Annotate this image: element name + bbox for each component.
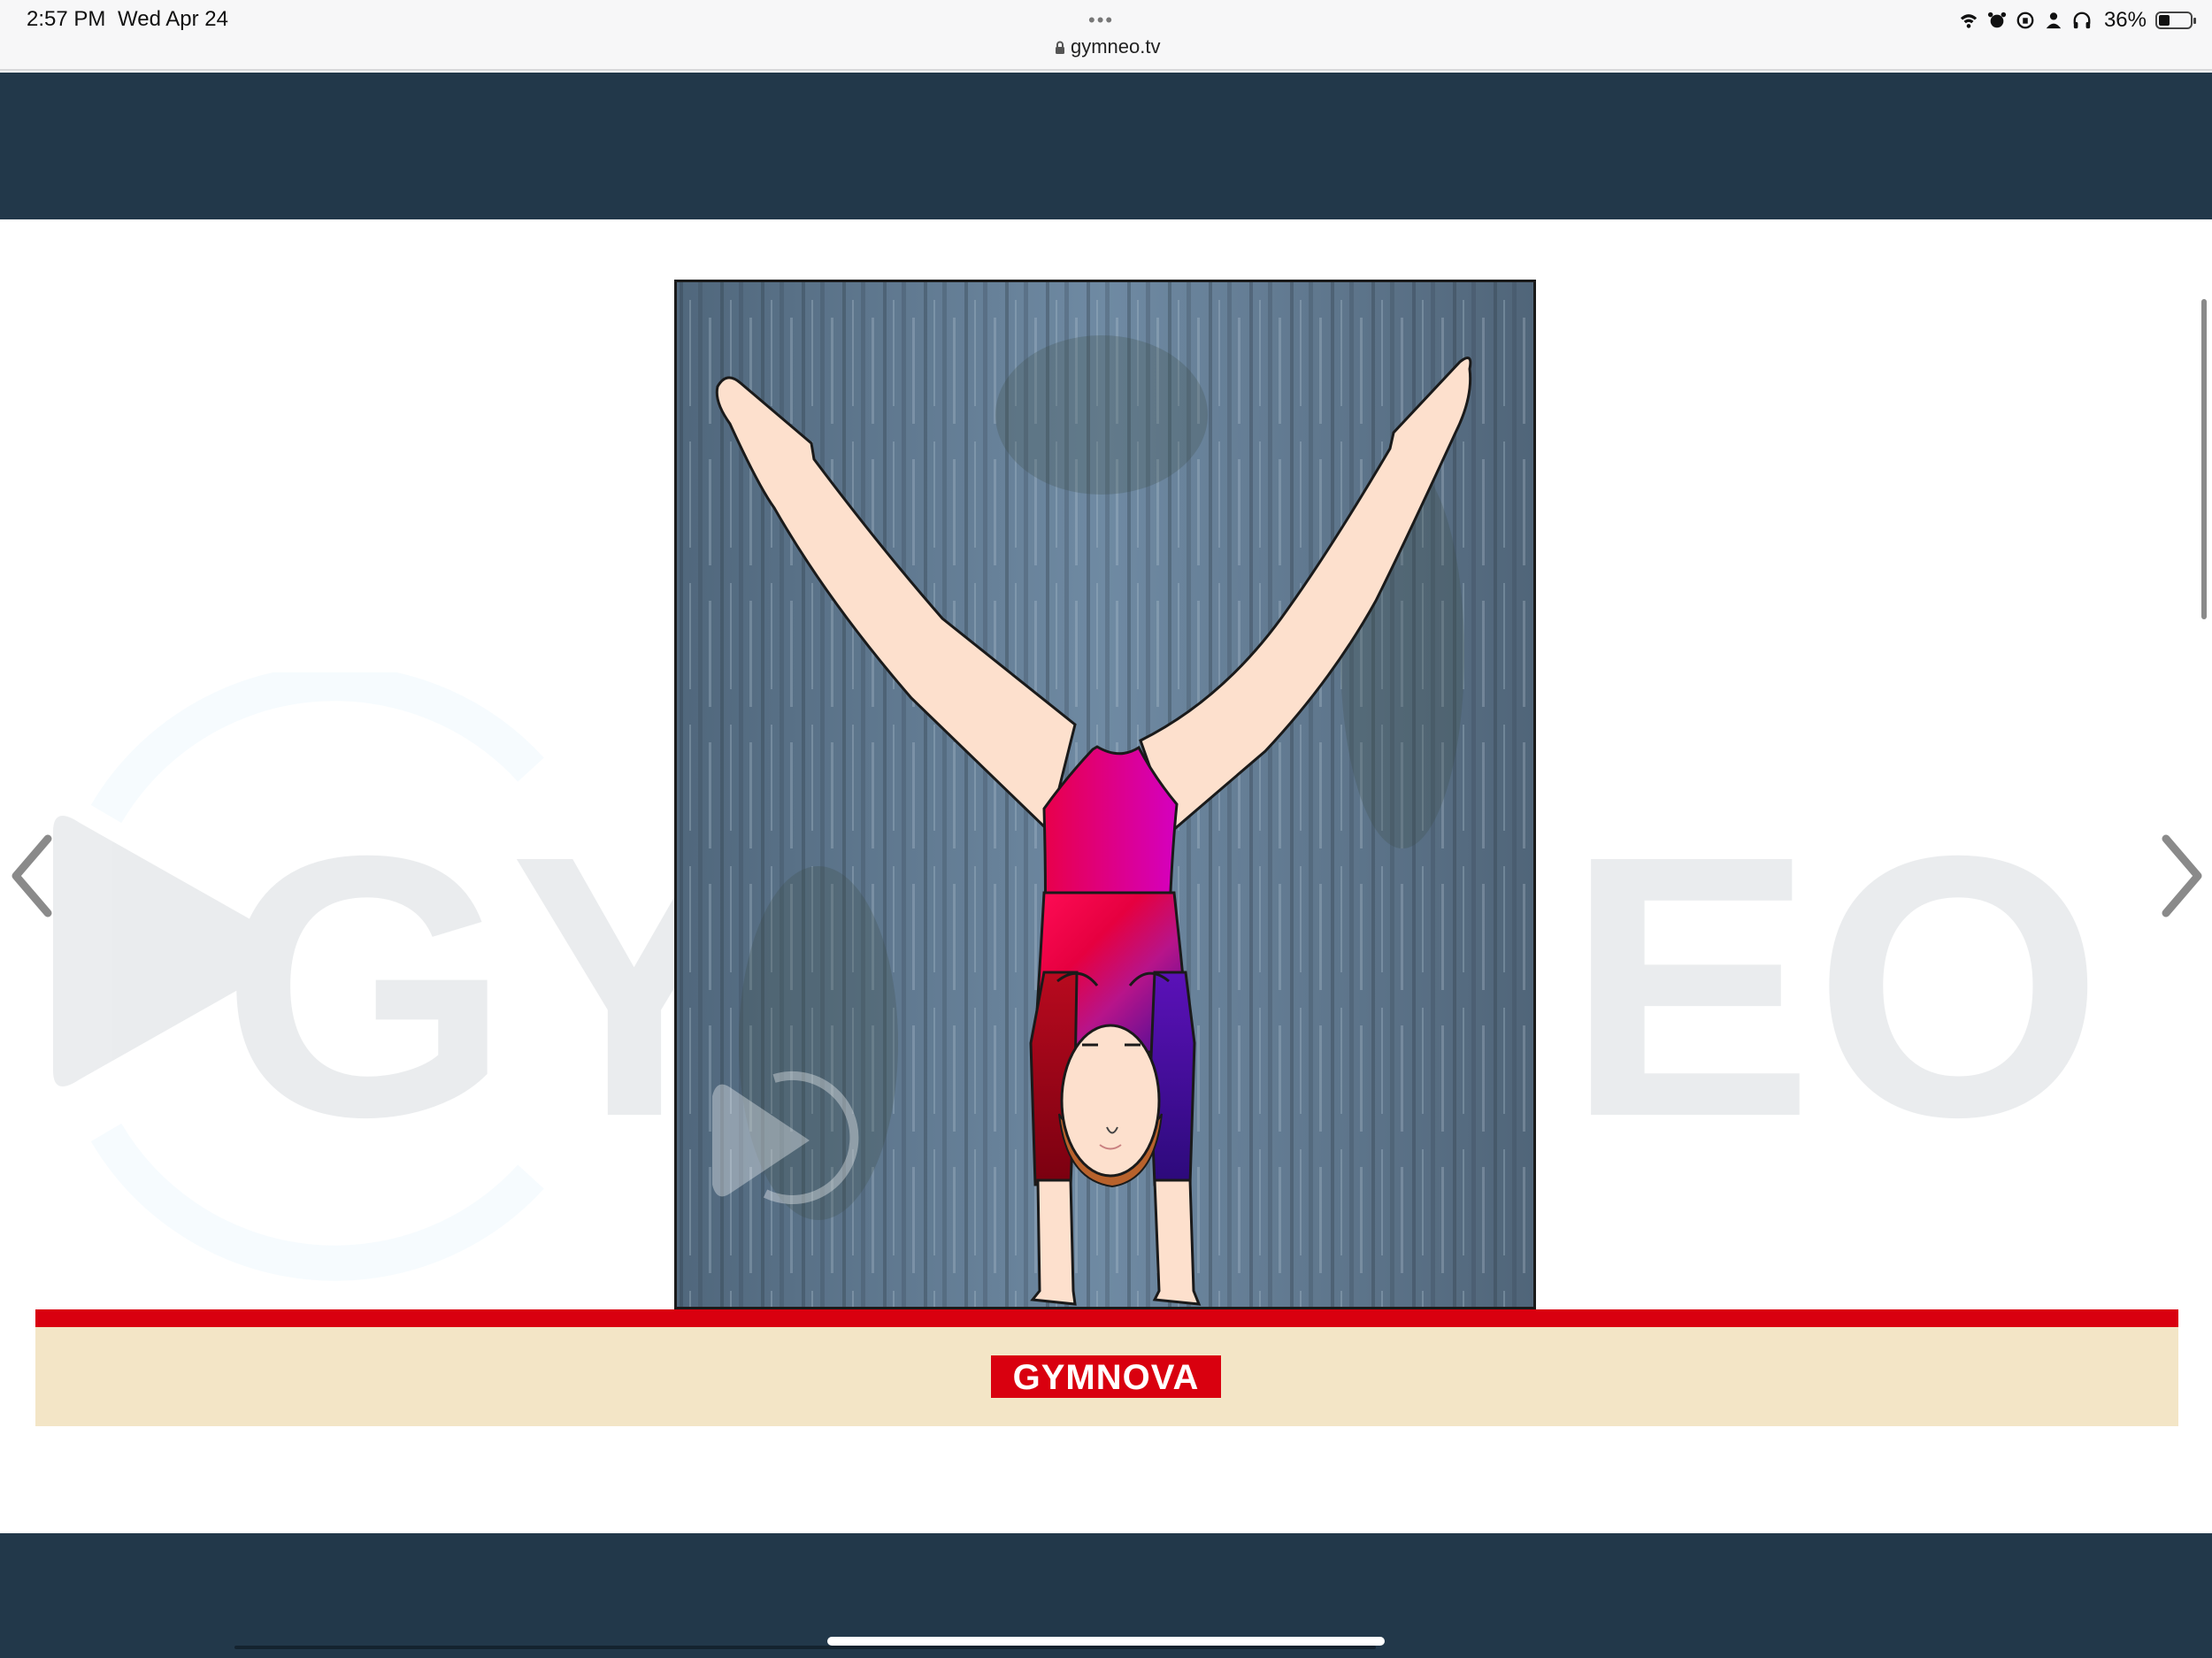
- status-date: Wed Apr 24: [118, 7, 228, 31]
- url-text: gymneo.tv: [1071, 35, 1161, 58]
- battery-percent: 36%: [2103, 8, 2147, 32]
- alarm-icon: [1987, 12, 2007, 28]
- watermark-right-text: EO: [1566, 779, 2103, 1194]
- home-indicator[interactable]: [827, 1637, 1385, 1646]
- headphones-icon: [2073, 12, 2091, 29]
- gymnova-logo-text: GYMNOVA: [1013, 1358, 1200, 1397]
- wifi-icon: [1960, 14, 1978, 28]
- tab-options-icon[interactable]: •••: [1088, 9, 1114, 32]
- gymnast-illustration: [674, 280, 1536, 1309]
- gymnova-logo: GYMNOVA: [991, 1355, 1221, 1398]
- face: [1060, 1024, 1161, 1178]
- status-time: 2:57 PM: [27, 7, 106, 31]
- handstand-split-figure: [677, 282, 1533, 1307]
- scrollbar[interactable]: [2201, 299, 2207, 619]
- lock-icon: [1056, 41, 1064, 54]
- battery-icon: [2155, 12, 2196, 29]
- status-icons: 36%: [1959, 5, 2196, 35]
- person-icon: [2046, 12, 2062, 29]
- chevron-left-icon[interactable]: [5, 832, 58, 920]
- address-bar[interactable]: gymneo.tv: [1055, 35, 1161, 58]
- beam-top-edge: [35, 1309, 2178, 1327]
- page-header-band: [0, 73, 2212, 219]
- chevron-right-icon[interactable]: [2155, 832, 2208, 920]
- rotation-lock-icon: [2016, 12, 2034, 29]
- toolbar-divider: [234, 1646, 1376, 1649]
- status-bar: 2:57 PM Wed Apr 24 ••• gymneo.tv 36%: [0, 0, 2212, 71]
